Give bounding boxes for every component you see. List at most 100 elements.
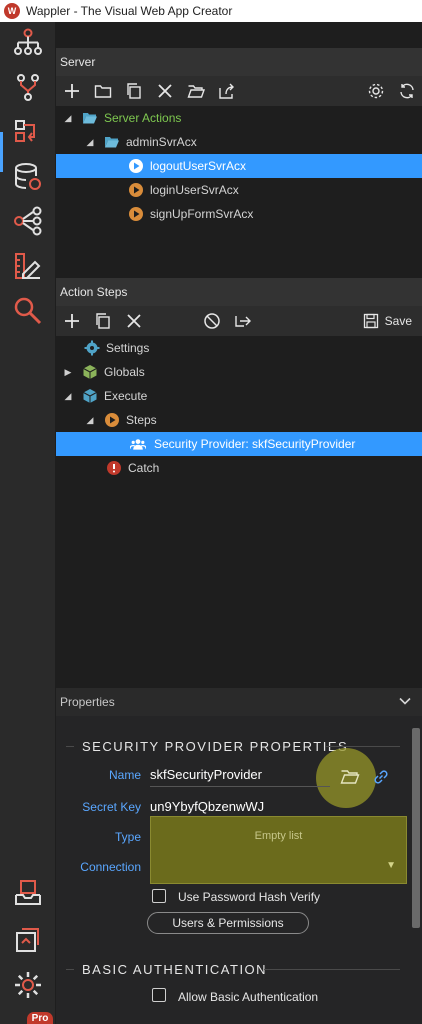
tree-item-signup-action[interactable]: signUpFormSvrAcx <box>56 202 422 226</box>
tree-item-login-action[interactable]: loginUserSvrAcx <box>56 178 422 202</box>
action-steps-toolbar: Save <box>56 306 422 336</box>
folder-open-icon[interactable] <box>340 768 360 786</box>
tree-item-steps[interactable]: ◢ Steps <box>56 408 422 432</box>
connection-label: Connection <box>80 860 141 874</box>
tree-item-execute[interactable]: ◢ Execute <box>56 384 422 408</box>
copy-icon[interactable] <box>87 306 118 336</box>
tree-item-label: logoutUserSvrAcx <box>150 159 247 173</box>
caret-right-icon[interactable]: ▶ <box>62 367 74 378</box>
gear-icon[interactable] <box>360 76 391 106</box>
users-icon <box>128 436 148 452</box>
search-icon[interactable] <box>9 292 47 330</box>
export-icon[interactable] <box>211 76 242 106</box>
add-button[interactable] <box>56 76 87 106</box>
workflow-icon[interactable] <box>9 68 47 106</box>
add-step-button[interactable] <box>56 306 87 336</box>
chevron-down-icon[interactable] <box>398 694 412 708</box>
link-icon[interactable] <box>372 768 390 786</box>
properties-title: Properties <box>60 695 115 709</box>
save-label: Save <box>384 314 412 328</box>
caret-down-icon[interactable]: ◢ <box>84 137 96 148</box>
delete-icon[interactable] <box>118 306 149 336</box>
gear-icon <box>84 340 100 356</box>
server-toolbar <box>56 76 422 106</box>
properties-scrollbar[interactable] <box>412 728 420 928</box>
inbox-icon[interactable] <box>9 874 47 912</box>
basic-auth-section-title: BASIC AUTHENTICATION <box>82 962 268 977</box>
play-circle-icon <box>104 412 120 428</box>
caret-down-icon[interactable]: ◢ <box>84 415 96 426</box>
left-sidebar: Pro <box>0 22 55 1024</box>
new-folder-icon[interactable] <box>87 76 118 106</box>
tree-item-label: Security Provider: skfSecurityProvider <box>154 437 356 451</box>
name-label: Name <box>108 768 141 782</box>
share-icon[interactable] <box>9 202 47 240</box>
security-provider-section-title: SECURITY PROVIDER PROPERTIES <box>82 739 349 754</box>
save-icon <box>363 313 379 329</box>
section-divider <box>66 969 74 970</box>
properties-header[interactable]: Properties <box>56 688 422 716</box>
cube-icon <box>82 364 98 380</box>
name-field[interactable]: skfSecurityProvider <box>150 767 262 782</box>
type-connection-box[interactable]: Empty list ▼ <box>150 816 407 884</box>
action-steps-panel: Action Steps Save Settings ▶ Globals ◢ E… <box>56 278 422 686</box>
play-circle-icon <box>128 158 144 174</box>
move-step-icon[interactable] <box>227 306 258 336</box>
window-titlebar: W Wappler - The Visual Web App Creator <box>0 0 422 22</box>
tree-item-label: loginUserSvrAcx <box>150 183 239 197</box>
design-tools-icon[interactable] <box>9 247 47 285</box>
server-tree: ◢ Server Actions ◢ adminSvrAcx logoutUse… <box>56 106 422 276</box>
tree-item-globals[interactable]: ▶ Globals <box>56 360 422 384</box>
server-panel: Server ◢ Server Actions ◢ adminSvrAcx lo… <box>56 48 422 276</box>
open-folder-icon <box>104 134 120 150</box>
pro-badge: Pro <box>27 1012 53 1024</box>
name-underline <box>150 786 330 787</box>
tree-item-label: Execute <box>104 389 148 403</box>
action-steps-title: Action Steps <box>60 285 128 299</box>
tree-item-server-actions[interactable]: ◢ Server Actions <box>56 106 422 130</box>
tree-item-admin-folder[interactable]: ◢ adminSvrAcx <box>56 130 422 154</box>
type-label: Type <box>114 830 141 844</box>
tree-item-settings[interactable]: Settings <box>56 336 422 360</box>
active-indicator <box>0 132 3 172</box>
delete-icon[interactable] <box>149 76 180 106</box>
basic-auth-label: Allow Basic Authentication <box>178 990 319 1004</box>
server-connect-icon[interactable] <box>9 112 47 150</box>
section-divider <box>264 969 400 970</box>
tree-item-catch[interactable]: Catch <box>56 456 422 480</box>
password-hash-checkbox[interactable] <box>152 889 166 903</box>
disable-icon[interactable] <box>196 306 227 336</box>
caret-down-icon[interactable]: ◢ <box>62 391 74 402</box>
tree-item-logout-action[interactable]: logoutUserSvrAcx <box>56 154 422 178</box>
refresh-icon[interactable] <box>391 76 422 106</box>
caret-down-icon[interactable]: ◢ <box>62 113 74 124</box>
open-folder-icon[interactable] <box>180 76 211 106</box>
server-panel-title: Server <box>60 55 96 69</box>
server-panel-header: Server <box>56 48 422 76</box>
play-circle-icon <box>128 206 144 222</box>
play-circle-icon <box>128 182 144 198</box>
save-button[interactable]: Save <box>363 306 422 336</box>
publish-icon[interactable] <box>9 920 47 958</box>
app-logo-icon: W <box>4 3 20 19</box>
tree-item-label: Settings <box>106 341 150 355</box>
password-hash-label: Use Password Hash Verify <box>178 890 321 904</box>
dropdown-arrow-icon[interactable]: ▼ <box>386 860 396 871</box>
open-folder-icon <box>82 110 98 126</box>
secret-key-label: Secret Key <box>82 800 141 814</box>
database-icon[interactable] <box>9 158 47 196</box>
tree-item-label: signUpFormSvrAcx <box>150 207 254 221</box>
settings-gear-icon[interactable] <box>9 966 47 1004</box>
tree-item-label: Steps <box>126 413 157 427</box>
properties-panel: Properties SECURITY PROVIDER PROPERTIES … <box>56 688 422 1024</box>
copy-icon[interactable] <box>118 76 149 106</box>
tree-item-label: Globals <box>104 365 145 379</box>
tree-item-security-provider[interactable]: Security Provider: skfSecurityProvider <box>56 432 422 456</box>
section-divider <box>326 746 400 747</box>
secret-key-field[interactable]: un9YbyfQbzenwWJ <box>150 799 264 814</box>
app-structure-icon[interactable] <box>9 24 47 62</box>
users-permissions-button[interactable]: Users & Permissions <box>147 912 309 934</box>
cube-icon <box>82 388 98 404</box>
tree-item-label: adminSvrAcx <box>126 135 197 149</box>
basic-auth-checkbox[interactable] <box>152 988 166 1002</box>
